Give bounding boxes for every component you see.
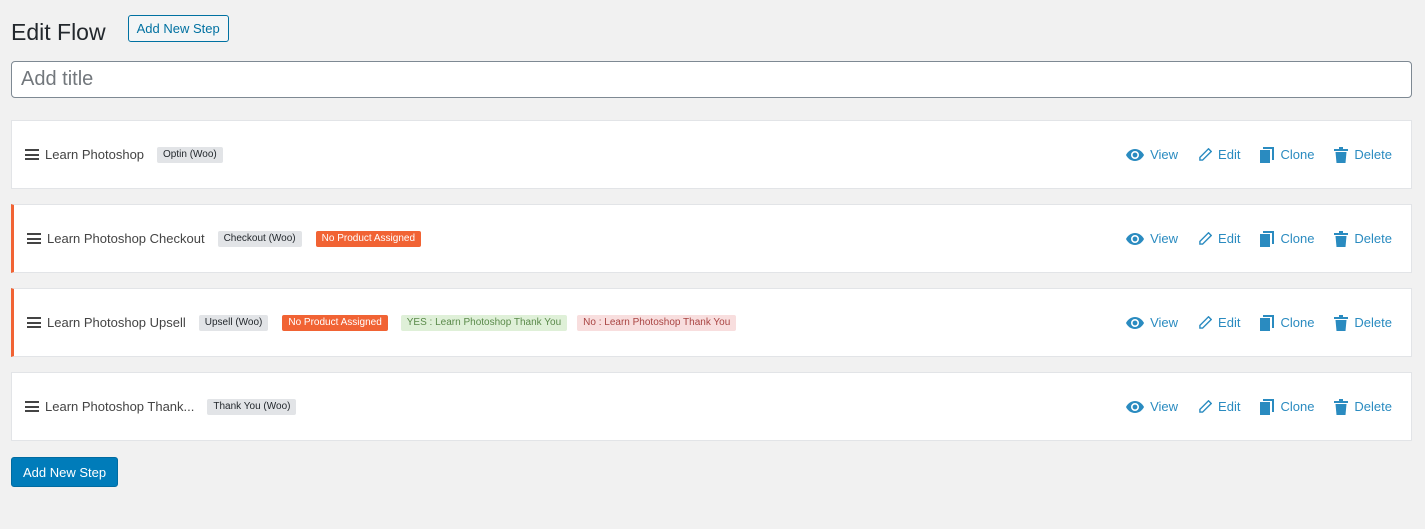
clone-label: Clone: [1280, 147, 1315, 162]
copy-icon: [1260, 230, 1275, 247]
step-row: Learn Photoshop Checkout Checkout (Woo) …: [11, 204, 1412, 273]
step-row: Learn Photoshop Upsell Upsell (Woo) No P…: [11, 288, 1412, 357]
view-label: View: [1150, 231, 1179, 246]
delete-label: Delete: [1354, 315, 1392, 330]
no-product-badge: No Product Assigned: [315, 230, 422, 247]
edit-step-link[interactable]: Edit: [1198, 147, 1240, 162]
delete-label: Delete: [1354, 399, 1392, 414]
edit-label: Edit: [1218, 231, 1241, 246]
pencil-icon: [1199, 315, 1213, 329]
pencil-icon: [1199, 147, 1213, 161]
view-step-link[interactable]: View: [1126, 231, 1178, 246]
eye-icon: [1126, 400, 1145, 413]
edit-label: Edit: [1218, 315, 1241, 330]
view-label: View: [1150, 315, 1179, 330]
step-name: Learn Photoshop Thank...: [45, 399, 195, 414]
clone-step-link[interactable]: Clone: [1260, 398, 1315, 415]
eye-icon: [1126, 316, 1145, 329]
trash-icon: [1334, 146, 1349, 163]
no-product-badge: No Product Assigned: [282, 314, 388, 331]
delete-step-link[interactable]: Delete: [1334, 314, 1392, 331]
clone-label: Clone: [1280, 399, 1315, 414]
page-header: Edit Flow Add New Step: [11, 14, 229, 45]
step-type-badge: Thank You (Woo): [207, 398, 297, 415]
copy-icon: [1260, 146, 1275, 163]
drag-handle-icon[interactable]: [27, 233, 41, 244]
trash-icon: [1334, 230, 1349, 247]
step-name: Learn Photoshop: [45, 147, 145, 162]
page-title: Edit Flow: [11, 19, 106, 45]
pencil-icon: [1199, 231, 1213, 245]
clone-step-link[interactable]: Clone: [1260, 230, 1315, 247]
yes-path-badge: YES : Learn Photoshop Thank You: [400, 314, 568, 331]
clone-label: Clone: [1280, 231, 1315, 246]
trash-icon: [1334, 314, 1349, 331]
pencil-icon: [1199, 399, 1213, 413]
view-step-link[interactable]: View: [1126, 147, 1178, 162]
delete-label: Delete: [1354, 231, 1392, 246]
step-type-badge: Checkout (Woo): [217, 230, 302, 247]
edit-step-link[interactable]: Edit: [1198, 315, 1240, 330]
edit-step-link[interactable]: Edit: [1198, 399, 1240, 414]
step-name: Learn Photoshop Upsell: [47, 315, 186, 330]
delete-step-link[interactable]: Delete: [1334, 230, 1392, 247]
edit-label: Edit: [1218, 399, 1241, 414]
view-step-link[interactable]: View: [1126, 399, 1178, 414]
edit-label: Edit: [1218, 147, 1241, 162]
step-name: Learn Photoshop Checkout: [47, 231, 205, 246]
copy-icon: [1260, 398, 1275, 415]
view-label: View: [1150, 399, 1179, 414]
flow-title-input[interactable]: [11, 61, 1412, 98]
step-type-badge: Upsell (Woo): [198, 314, 269, 331]
drag-handle-icon[interactable]: [25, 149, 39, 160]
clone-step-link[interactable]: Clone: [1260, 146, 1315, 163]
delete-label: Delete: [1354, 147, 1392, 162]
drag-handle-icon[interactable]: [27, 317, 41, 328]
clone-step-link[interactable]: Clone: [1260, 314, 1315, 331]
step-row: Learn Photoshop Thank... Thank You (Woo)…: [11, 372, 1412, 441]
step-type-badge: Optin (Woo): [157, 146, 223, 163]
trash-icon: [1334, 398, 1349, 415]
delete-step-link[interactable]: Delete: [1334, 398, 1392, 415]
eye-icon: [1126, 148, 1145, 161]
eye-icon: [1126, 232, 1145, 245]
no-path-badge: No : Learn Photoshop Thank You: [577, 314, 737, 331]
view-step-link[interactable]: View: [1126, 315, 1178, 330]
clone-label: Clone: [1280, 315, 1315, 330]
add-new-step-button-bottom[interactable]: Add New Step: [11, 457, 119, 487]
edit-step-link[interactable]: Edit: [1198, 231, 1240, 246]
view-label: View: [1150, 147, 1179, 162]
step-row: Learn Photoshop Optin (Woo) View Edit Cl…: [11, 120, 1412, 189]
drag-handle-icon[interactable]: [25, 401, 39, 412]
delete-step-link[interactable]: Delete: [1334, 146, 1392, 163]
add-new-step-button-top[interactable]: Add New Step: [127, 14, 229, 42]
copy-icon: [1260, 314, 1275, 331]
